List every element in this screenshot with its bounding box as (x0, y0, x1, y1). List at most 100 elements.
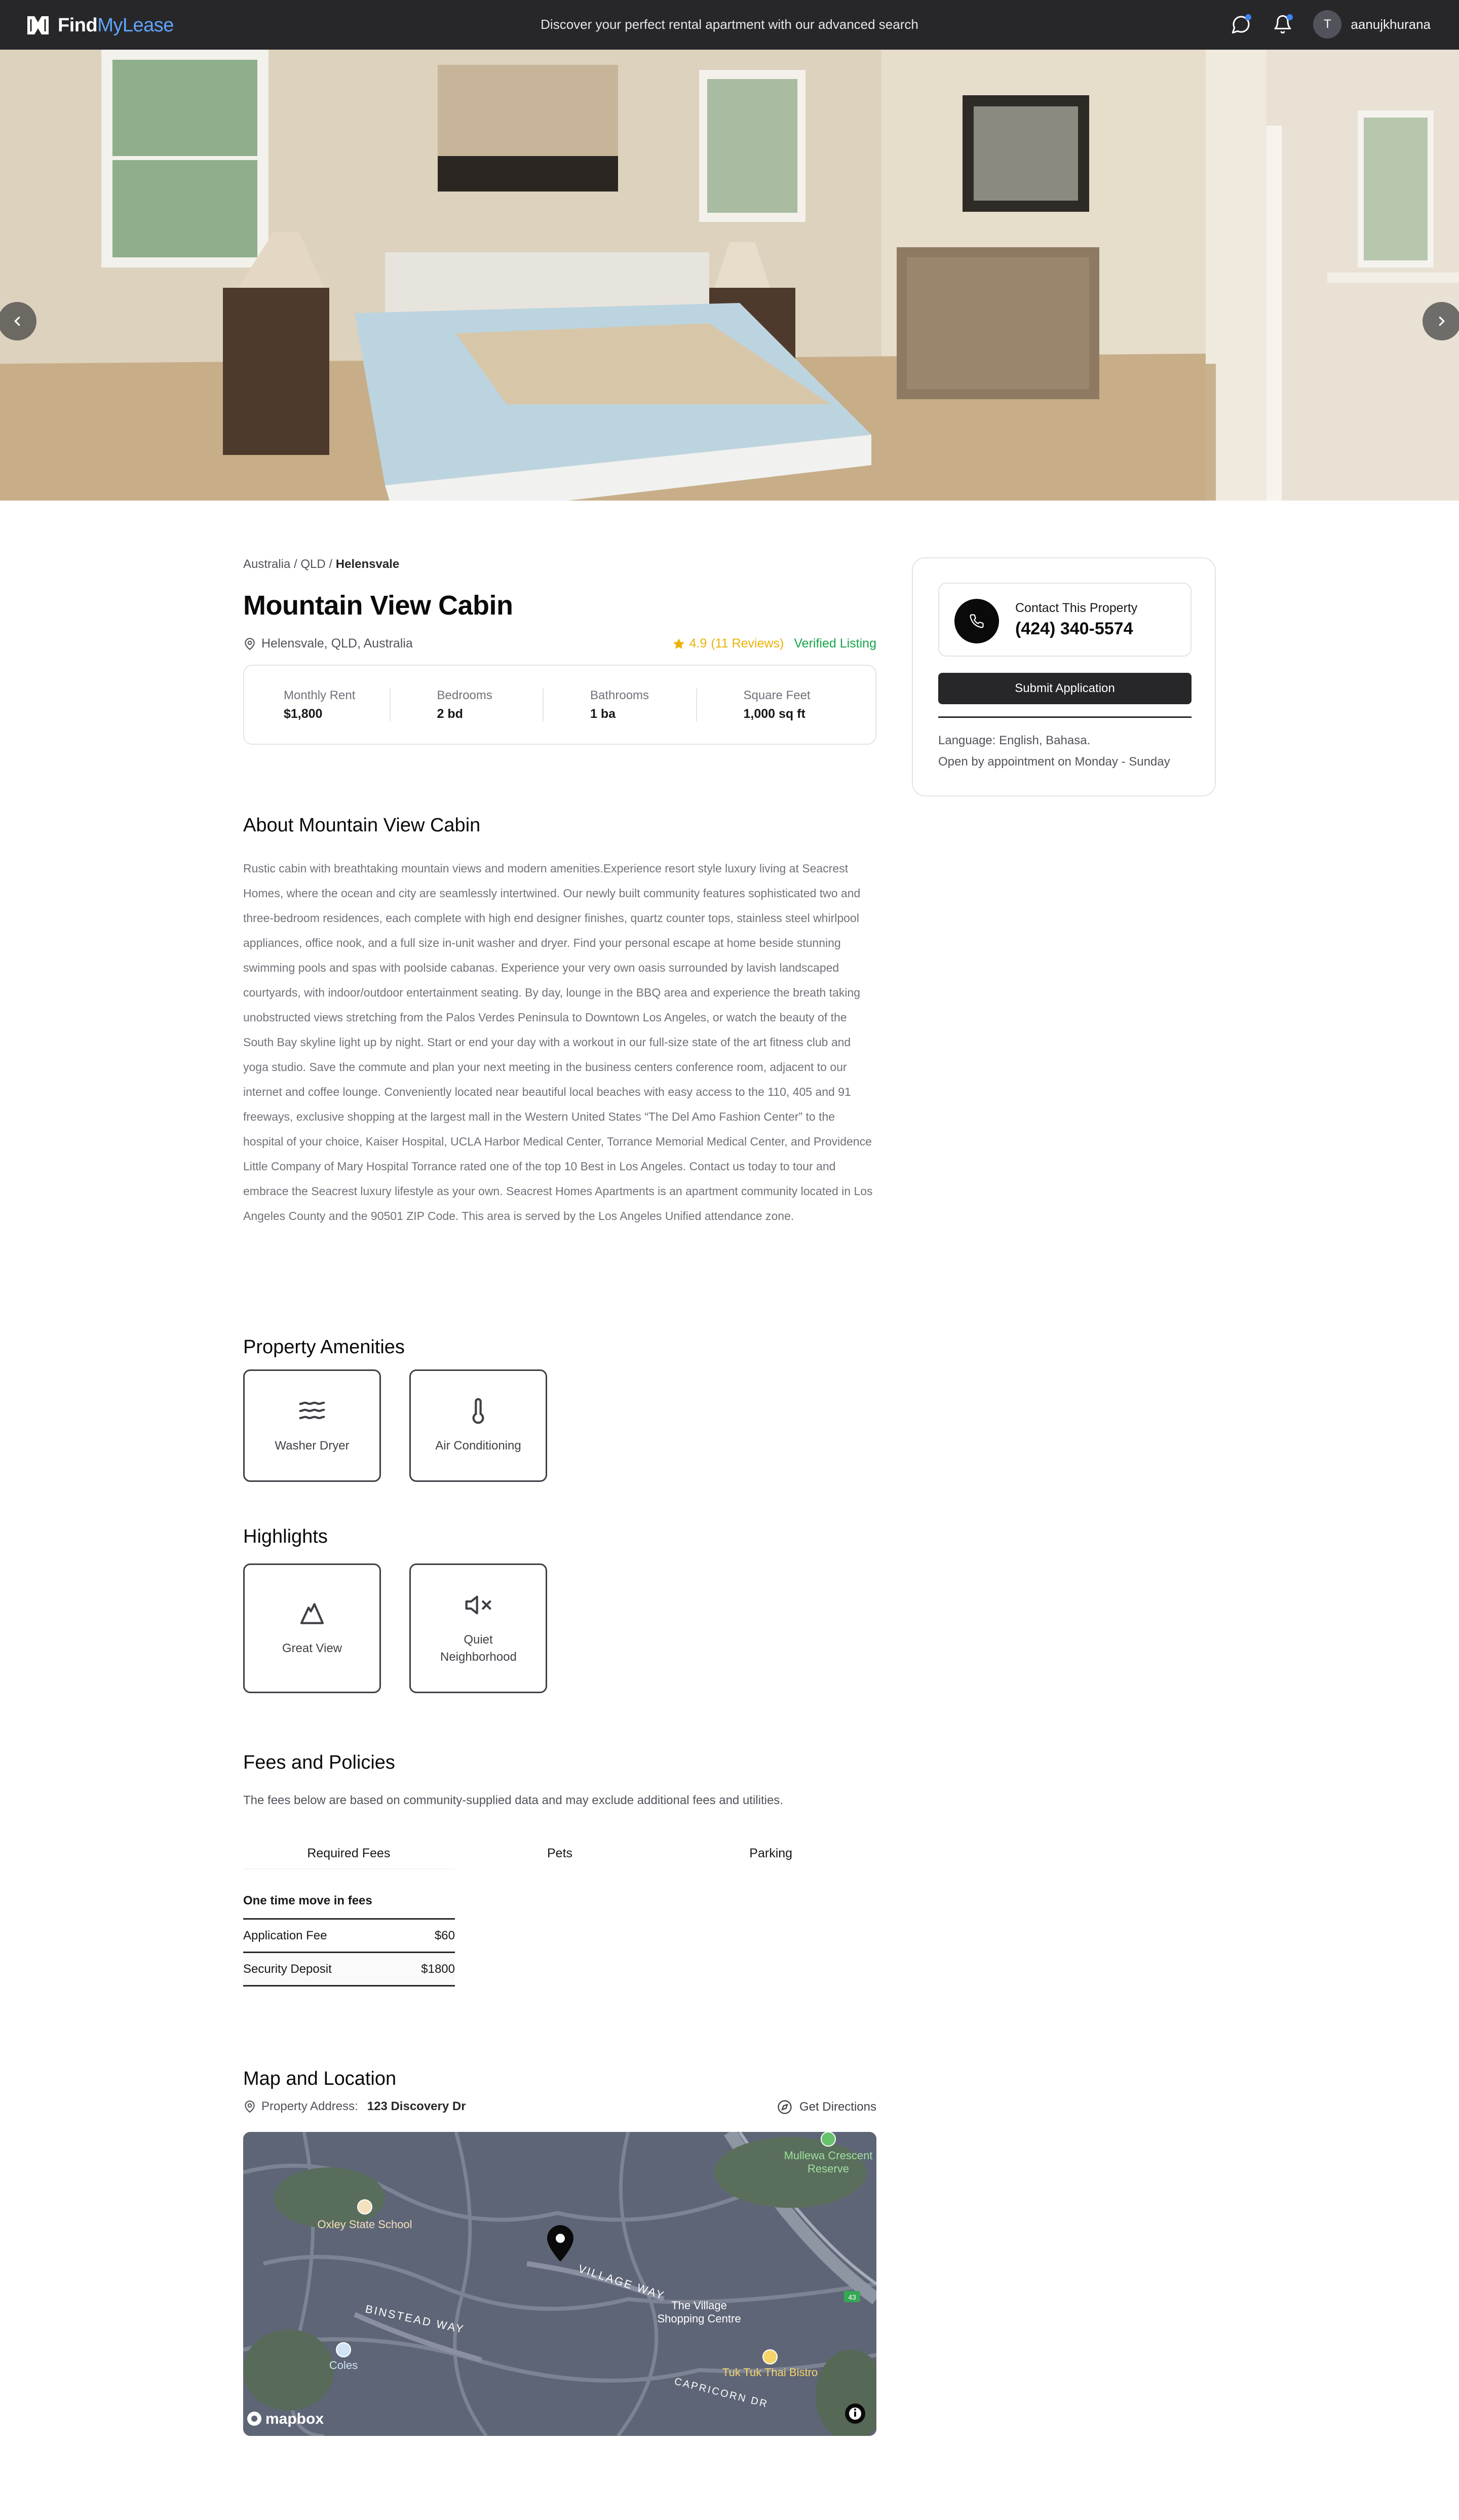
stat-bathrooms: Bathrooms 1 ba (543, 688, 696, 721)
street-map: 43 Oxley State School Mullewa Crescent R… (243, 2132, 876, 2436)
fee-label: Application Fee (243, 1928, 327, 1942)
breadcrumb-separator: / (325, 557, 336, 571)
user-menu[interactable]: T aanujkhurana (1313, 10, 1431, 39)
fees-description: The fees below are based on community-su… (243, 1793, 783, 1807)
phone-button[interactable] (954, 599, 999, 643)
contact-phone-number[interactable]: (424) 340-5574 (1015, 619, 1133, 639)
chevron-right-icon (1439, 316, 1445, 326)
thermometer-icon (472, 1398, 484, 1424)
divider (938, 716, 1192, 718)
map-heading: Map and Location (243, 2068, 397, 2089)
breadcrumb-country[interactable]: Australia (243, 557, 290, 571)
tab-parking[interactable]: Parking (665, 1839, 876, 1869)
fees-subheading: One time move in fees (243, 1894, 455, 1920)
map-label-school: Oxley State School (317, 2218, 412, 2231)
map-pin-icon (245, 2101, 255, 2113)
stat-value: 2 bd (437, 706, 463, 721)
fee-value: $1800 (421, 1962, 455, 1976)
star-icon (673, 638, 684, 649)
tab-pets[interactable]: Pets (454, 1839, 666, 1869)
stat-value: 1,000 sq ft (743, 706, 805, 721)
fees-tabs: Required Fees Pets Parking (243, 1839, 876, 1869)
about-heading: About Mountain View Cabin (243, 815, 481, 836)
submit-application-button[interactable]: Submit Application (938, 673, 1192, 704)
fees-heading: Fees and Policies (243, 1752, 395, 1773)
stat-label: Square Feet (743, 688, 811, 702)
property-stats: Monthly Rent $1,800 Bedrooms 2 bd Bathro… (243, 665, 876, 745)
contact-label: Contact This Property (1015, 601, 1138, 615)
map-label-restaurant: Tuk Tuk Thai Bistro (722, 2366, 818, 2379)
property-photo-carousel (0, 50, 1459, 501)
contact-languages: Language: English, Bahasa. (938, 734, 1091, 747)
fees-table: One time move in fees Application Fee $6… (243, 1894, 455, 1987)
volume-mute-icon (465, 1595, 491, 1615)
bedroom-photo (0, 50, 1459, 501)
stat-label: Bathrooms (590, 688, 649, 702)
messages-button[interactable] (1230, 13, 1252, 35)
amenity-washer-dryer: Washer Dryer (243, 1369, 381, 1482)
chevron-left-icon (14, 316, 20, 326)
page-title: Mountain View Cabin (243, 590, 513, 621)
stat-label: Bedrooms (437, 688, 492, 702)
breadcrumb-current: Helensvale (335, 557, 400, 571)
stat-monthly-rent: Monthly Rent $1,800 (284, 689, 390, 721)
property-location: Helensvale, QLD, Australia (243, 636, 413, 651)
phone-icon (970, 614, 984, 628)
rating[interactable]: 4.9 (11 Reviews) (672, 636, 784, 651)
stat-value: 1 ba (590, 706, 616, 721)
contact-card: Contact This Property (424) 340-5574 Sub… (912, 557, 1216, 796)
notifications-button[interactable] (1272, 13, 1294, 35)
map-pin-icon (245, 637, 255, 650)
fee-row: Application Fee $60 (243, 1920, 455, 1953)
fee-label: Security Deposit (243, 1962, 332, 1976)
breadcrumb: Australia / QLD / Helensvale (243, 557, 876, 571)
review-count: (11 Reviews) (711, 636, 784, 651)
amenities-heading: Property Amenities (243, 1337, 405, 1358)
mapbox-attribution: mapbox (265, 2411, 324, 2427)
about-description: Rustic cabin with breathtaking mountain … (243, 862, 873, 1223)
map-label-reserve-2: Reserve (808, 2162, 849, 2175)
amenity-air-conditioning: Air Conditioning (409, 1369, 547, 1482)
mountain-icon (300, 1603, 324, 1624)
fee-value: $60 (434, 1928, 455, 1942)
address-value: 123 Discovery Dr (367, 2099, 466, 2113)
brand-logo[interactable]: FindMyLease (26, 14, 174, 36)
highlight-label: Quiet Neighborhood (440, 1633, 517, 1664)
stat-square-feet: Square Feet 1,000 sq ft (696, 688, 850, 721)
avatar: T (1313, 10, 1342, 39)
highlight-label: Great View (282, 1641, 342, 1655)
location-text: Helensvale, QLD, Australia (261, 636, 413, 651)
amenity-label: Air Conditioning (435, 1439, 521, 1453)
stat-value: $1,800 (284, 706, 323, 721)
address-label: Property Address: (261, 2099, 358, 2113)
highlight-great-view: Great View (243, 1563, 381, 1693)
map-label-store: Coles (329, 2359, 358, 2372)
brand-name-light: MyLease (97, 14, 174, 36)
amenities-list: Washer Dryer Air Conditioning (243, 1369, 547, 1482)
tab-required-fees[interactable]: Required Fees (243, 1839, 454, 1869)
compass-icon (778, 2100, 792, 2114)
brand-name-bold: Find (58, 14, 98, 36)
contact-hours: Open by appointment on Monday - Sunday (938, 755, 1170, 769)
fee-row: Security Deposit $1800 (243, 1953, 455, 1987)
map-label-reserve: Mullewa Crescent (784, 2149, 873, 2162)
road-badge: 43 (848, 2293, 856, 2301)
carousel-next-button[interactable] (1423, 302, 1459, 340)
contact-phone-box[interactable]: Contact This Property (424) 340-5574 (938, 583, 1192, 657)
amenity-label: Washer Dryer (275, 1439, 350, 1453)
directions-label: Get Directions (799, 2100, 876, 2114)
waves-icon (299, 1401, 325, 1420)
verified-badge: Verified Listing (794, 636, 876, 651)
location-map[interactable]: 43 Oxley State School Mullewa Crescent R… (243, 2132, 876, 2436)
property-overview: Australia / QLD / Helensvale Mountain Vi… (243, 557, 876, 745)
map-label-centre: The Village (671, 2299, 727, 2312)
highlights-list: Great View Quiet Neighborhood (243, 1563, 547, 1693)
breadcrumb-state[interactable]: QLD (300, 557, 325, 571)
map-label-centre-2: Shopping Centre (657, 2312, 741, 2325)
get-directions-link[interactable]: Get Directions (777, 2099, 876, 2115)
username: aanujkhurana (1351, 16, 1431, 32)
top-nav: FindMyLease Discover your perfect rental… (0, 0, 1459, 50)
breadcrumb-separator: / (290, 557, 301, 571)
logo-icon (27, 16, 49, 34)
property-address: Property Address: 123 Discovery Dr (243, 2099, 466, 2114)
